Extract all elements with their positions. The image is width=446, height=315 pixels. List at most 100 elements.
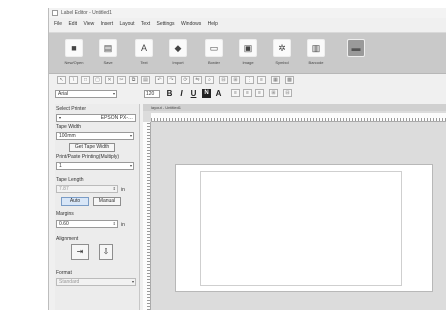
- undo-icon[interactable]: ↶: [155, 76, 164, 84]
- printable-area: [200, 171, 402, 286]
- menu-bar: File Edit View Insert Layout Text Settin…: [49, 19, 446, 29]
- order-icon[interactable]: ≡: [257, 76, 266, 84]
- underline-button[interactable]: U: [189, 89, 198, 98]
- ribbon-toolbar: ■ New/Open ▤ Save A Text ◆ Import ▭ Bord…: [49, 32, 446, 74]
- rectangle-icon[interactable]: □: [81, 76, 90, 84]
- text-background-button[interactable]: N: [202, 89, 211, 98]
- import-icon: ◆: [169, 39, 187, 57]
- menu-help[interactable]: Help: [208, 19, 218, 29]
- tape-width-value: 100mm: [59, 133, 76, 139]
- font-select[interactable]: Arial ▾: [55, 90, 117, 98]
- bold-button[interactable]: B: [165, 89, 174, 98]
- edit-toolbar: ↖ \ □ ▢ ✕ ✂ ⧉ ▤ ↶ ↷ ⟳ ⇋ ⌕ ⊟ ⊞ ⋮ ≡ ▦ ▩: [49, 75, 446, 86]
- margins-value: 0.60: [59, 221, 69, 227]
- spinner-icon: ⇕: [112, 221, 116, 226]
- delete-icon[interactable]: ✕: [105, 76, 114, 84]
- distribute-icon[interactable]: ⋮: [245, 76, 254, 84]
- tape-width-label: Tape Width: [56, 124, 82, 130]
- line-icon[interactable]: \: [69, 76, 78, 84]
- tape-length-input[interactable]: 7.87 ⇕: [56, 185, 118, 193]
- menu-windows[interactable]: Windows: [181, 19, 201, 29]
- auto-button[interactable]: Auto: [61, 197, 89, 206]
- align-left-button[interactable]: ⇥: [71, 244, 89, 260]
- menu-insert[interactable]: Insert: [101, 19, 114, 29]
- document-tab[interactable]: layout - Untitled1: [143, 104, 446, 111]
- symbol-button[interactable]: ✲ Symbol: [265, 36, 299, 70]
- label-canvas[interactable]: [175, 164, 433, 292]
- border-icon: ▭: [205, 39, 223, 57]
- tape-length-value: 7.87: [59, 186, 69, 192]
- paste-icon[interactable]: ▤: [141, 76, 150, 84]
- chevron-down-icon: ▾: [112, 91, 115, 96]
- app-icon: [52, 10, 58, 16]
- margins-label: Margins: [56, 211, 74, 217]
- text-align-left-icon[interactable]: ≡: [231, 89, 240, 97]
- import-button[interactable]: ◆ Import: [161, 36, 195, 70]
- new-open-button[interactable]: ■ New/Open: [57, 36, 91, 70]
- spacing-icon[interactable]: ⊟: [283, 89, 292, 97]
- settings-panel: Select Printer ▾ EPSON PX-… Tape Width 1…: [55, 104, 140, 310]
- app-window: Label Editor - Untitled1 File Edit View …: [48, 8, 446, 310]
- print-paste-value: 1: [59, 163, 62, 169]
- image-button[interactable]: ▣ Image: [231, 36, 265, 70]
- rotate-icon[interactable]: ⟳: [181, 76, 190, 84]
- document-tab-title: layout - Untitled1: [151, 105, 182, 110]
- font-color-button[interactable]: A: [214, 89, 223, 98]
- printer-value: EPSON PX-…: [100, 115, 133, 121]
- vertical-ruler: [143, 122, 151, 310]
- save-button[interactable]: ▤ Save: [91, 36, 125, 70]
- window-title: Label Editor - Untitled1: [61, 10, 112, 16]
- menu-text[interactable]: Text: [141, 19, 150, 29]
- text-align-center-icon[interactable]: ≡: [243, 89, 252, 97]
- text-icon: A: [135, 39, 153, 57]
- tape-width-select[interactable]: 100mm ▾: [56, 132, 134, 140]
- text-button[interactable]: A Text: [127, 36, 161, 70]
- border-button[interactable]: ▭ Border: [197, 36, 231, 70]
- frame-icon[interactable]: ▢: [93, 76, 102, 84]
- menu-edit[interactable]: Edit: [68, 19, 77, 29]
- align-center-icon: ⇩: [102, 247, 110, 256]
- document-area: layout - Untitled1: [143, 104, 446, 310]
- chevron-down-icon: ▾: [129, 163, 132, 168]
- font-size-select[interactable]: 120: [144, 90, 160, 98]
- barcode-button[interactable]: ▥ Barcode: [299, 36, 333, 70]
- align-center-icon[interactable]: ⊞: [231, 76, 240, 84]
- chevron-down-icon: ▾: [129, 133, 132, 138]
- printer-icon: ▬: [347, 39, 365, 57]
- flip-icon[interactable]: ⇋: [193, 76, 202, 84]
- get-tape-width-button[interactable]: Get Tape Width: [69, 143, 115, 152]
- redo-icon[interactable]: ↷: [167, 76, 176, 84]
- italic-button[interactable]: I: [177, 89, 186, 98]
- menu-view[interactable]: View: [83, 19, 94, 29]
- align-center-button[interactable]: ⇩: [99, 244, 113, 260]
- copy-icon[interactable]: ⧉: [129, 76, 138, 84]
- margins-unit: in: [121, 222, 125, 228]
- printer-select[interactable]: ▾ EPSON PX-…: [56, 114, 136, 122]
- save-icon: ▤: [99, 39, 117, 57]
- menu-settings[interactable]: Settings: [156, 19, 174, 29]
- print-paste-label: Print/Paste Printing(Multiply): [56, 154, 120, 160]
- menu-layout[interactable]: Layout: [120, 19, 135, 29]
- font-value: Arial: [58, 91, 69, 97]
- margins-input[interactable]: 0.60 ⇕: [56, 220, 118, 228]
- zoom-icon[interactable]: ⌕: [205, 76, 214, 84]
- vertical-text-icon[interactable]: ⊞: [269, 89, 278, 97]
- menu-file[interactable]: File: [54, 19, 62, 29]
- align-left-icon[interactable]: ⊟: [219, 76, 228, 84]
- text-align-right-icon[interactable]: ≡: [255, 89, 264, 97]
- select-arrow-icon[interactable]: ↖: [57, 76, 66, 84]
- font-size-value: 120: [146, 91, 155, 97]
- folder-icon: ■: [65, 39, 83, 57]
- manual-button[interactable]: Manual: [93, 197, 121, 206]
- format-select[interactable]: Standard ▾: [56, 278, 136, 286]
- printer-label: Select Printer: [56, 106, 87, 112]
- print-button[interactable]: ▬: [339, 36, 373, 70]
- image-icon: ▣: [239, 39, 257, 57]
- format-toolbar: Arial ▾ 120 B I U N A ≡ ≡ ≡ ⊞ ⊟: [49, 88, 446, 100]
- print-paste-select[interactable]: 1 ▾: [56, 162, 134, 170]
- align-left-icon: ⇥: [76, 247, 84, 256]
- grid-icon[interactable]: ▩: [285, 76, 294, 84]
- chevron-down-icon: ▾: [131, 279, 134, 284]
- cut-icon[interactable]: ✂: [117, 76, 126, 84]
- group-icon[interactable]: ▦: [271, 76, 280, 84]
